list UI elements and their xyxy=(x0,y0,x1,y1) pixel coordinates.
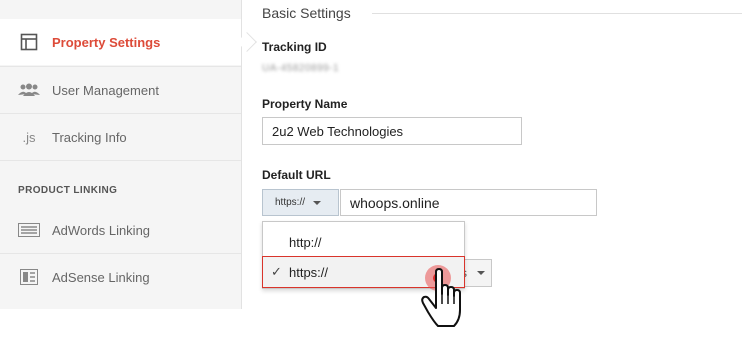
sidebar-item-label: AdSense Linking xyxy=(52,269,150,285)
sidebar-item-user-management[interactable]: User Management xyxy=(0,67,241,113)
js-icon: .js xyxy=(22,129,36,145)
property-name-input[interactable]: 2u2 Web Technologies xyxy=(262,117,522,145)
sidebar-item-label: User Management xyxy=(52,82,159,98)
chevron-down-icon xyxy=(313,200,322,205)
menu-item-label: http:// xyxy=(289,234,322,250)
section-title: Basic Settings xyxy=(262,5,361,21)
sidebar-item-label: Property Settings xyxy=(52,34,161,50)
tracking-id-label: Tracking ID xyxy=(262,40,327,54)
property-name-label: Property Name xyxy=(262,97,348,111)
sidebar: Property Settings User Management .js Tr… xyxy=(0,0,257,309)
default-url-label: Default URL xyxy=(262,168,331,182)
menu-item-label: https:// xyxy=(289,264,329,280)
menu-item-http[interactable]: http:// xyxy=(263,227,464,257)
chevron-down-icon xyxy=(477,271,485,275)
section-divider xyxy=(372,13,742,14)
users-icon xyxy=(18,81,40,99)
default-url-input[interactable]: whoops.online xyxy=(340,189,597,216)
adsense-icon xyxy=(18,268,40,286)
sidebar-item-tracking-info[interactable]: .js Tracking Info xyxy=(0,114,241,160)
property-settings-icon xyxy=(18,33,40,51)
sidebar-item-adsense-linking[interactable]: AdSense Linking xyxy=(0,254,241,300)
adwords-icon xyxy=(18,221,40,239)
checkmark-icon: ✓ xyxy=(271,264,282,279)
section-heading-product-linking: PRODUCT LINKING xyxy=(18,185,118,196)
main-panel: Basic Settings Tracking ID UA-45820899-1… xyxy=(262,0,742,341)
hand-cursor-icon xyxy=(421,268,461,327)
sidebar-item-label: Tracking Info xyxy=(52,129,127,145)
sidebar-item-property-settings[interactable]: Property Settings xyxy=(0,19,241,65)
sidebar-item-adwords-linking[interactable]: AdWords Linking xyxy=(0,207,241,253)
protocol-dropdown-button[interactable]: https:// xyxy=(262,189,339,216)
sidebar-item-label: AdWords Linking xyxy=(52,222,151,238)
divider xyxy=(0,160,241,161)
tracking-id-value: UA-45820899-1 xyxy=(262,63,340,74)
protocol-value: https:// xyxy=(275,197,306,208)
